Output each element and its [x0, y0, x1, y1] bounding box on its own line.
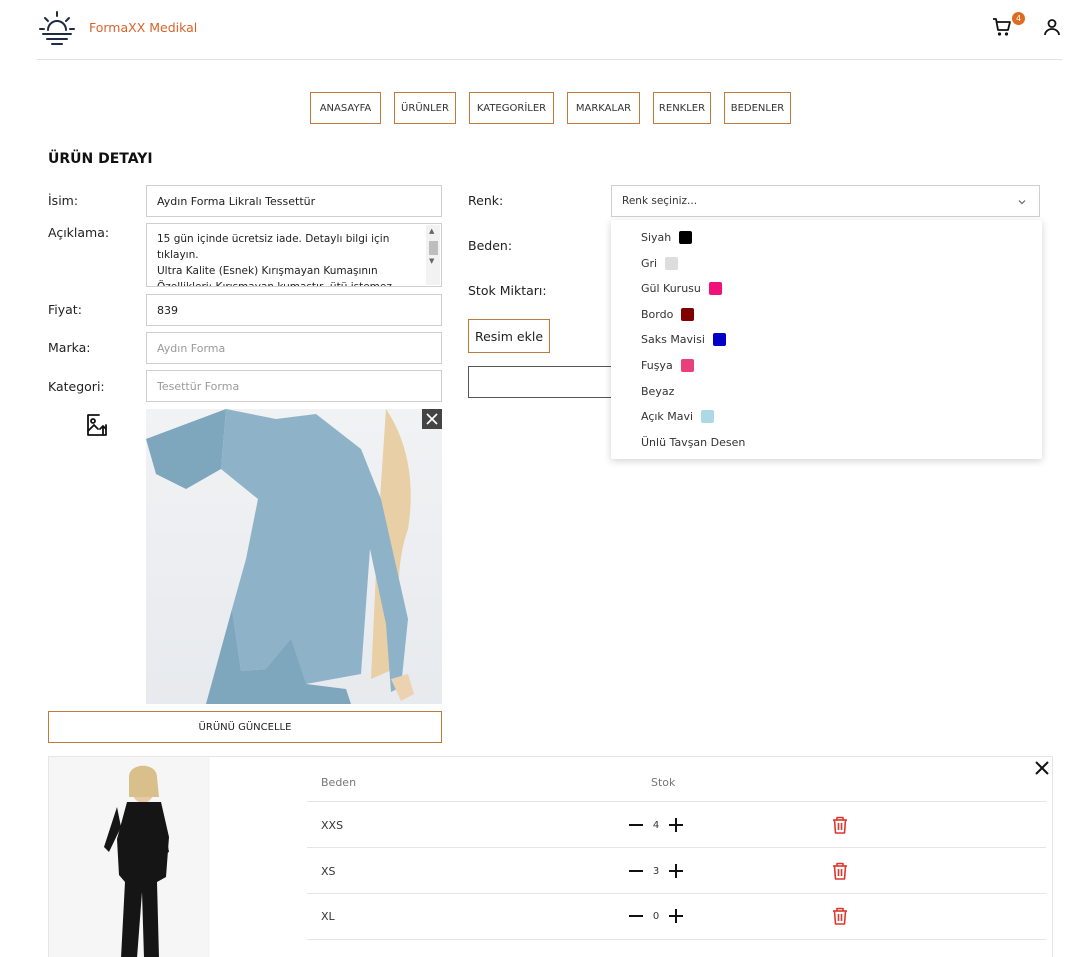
plus-icon[interactable] — [669, 818, 683, 832]
color-option-siyah[interactable]: Siyah — [641, 228, 693, 246]
column-header-stock: Stok — [651, 776, 676, 789]
image-upload-icon[interactable] — [85, 413, 109, 437]
color-option-gri[interactable]: Gri — [641, 254, 679, 272]
color-swatch — [708, 281, 722, 295]
color-option-label: Siyah — [641, 230, 672, 244]
color-label: Renk: — [468, 193, 504, 208]
description-textarea[interactable]: 15 gün içinde ücretsiz iade. Detaylı bil… — [146, 223, 442, 287]
description-label: Açıklama: — [48, 225, 110, 240]
cart-count-badge: 4 — [1012, 12, 1025, 25]
stock-label: Stok Miktarı: — [468, 283, 547, 298]
variant-image — [49, 757, 210, 957]
plus-icon[interactable] — [669, 909, 683, 923]
color-option-gul-kurusu[interactable]: Gül Kurusu — [641, 279, 722, 297]
chevron-down-icon — [1018, 200, 1026, 205]
scroll-down-icon[interactable]: ▼ — [429, 257, 434, 265]
trash-icon[interactable] — [832, 862, 848, 880]
color-swatch — [701, 409, 715, 423]
color-select[interactable]: Renk seçiniz... — [611, 185, 1040, 217]
scroll-thumb[interactable] — [429, 241, 438, 255]
row-size: XXS — [321, 819, 344, 832]
variant-photo-illustration — [104, 765, 169, 957]
minus-icon[interactable] — [629, 818, 643, 832]
image-input-box[interactable] — [468, 366, 614, 398]
name-input[interactable]: Aydın Forma Likralı Tessettür — [146, 185, 442, 217]
quantity-stepper: 4 — [629, 818, 683, 832]
product-image — [146, 409, 442, 704]
color-option-label: Fuşya — [641, 358, 673, 372]
color-option-bordo[interactable]: Bordo — [641, 305, 695, 323]
color-swatch — [712, 332, 726, 346]
size-label: Beden: — [468, 238, 513, 253]
trash-icon[interactable] — [832, 907, 848, 925]
color-option-beyaz[interactable]: Beyaz — [641, 382, 674, 400]
quantity-value: 0 — [652, 910, 660, 922]
sunrise-logo-icon[interactable] — [39, 10, 75, 46]
update-product-button[interactable]: ÜRÜNÜ GÜNCELLE — [48, 711, 442, 743]
minus-icon[interactable] — [629, 909, 643, 923]
color-option-label: Açık Mavi — [641, 409, 694, 423]
color-option-label: Gül Kurusu — [641, 281, 701, 295]
quantity-stepper: 3 — [629, 864, 683, 878]
quantity-value: 3 — [652, 865, 660, 877]
color-option-unlu-tavsan-desen[interactable]: Ünlü Tavşan Desen — [641, 433, 745, 451]
row-divider — [307, 801, 1046, 802]
category-label: Kategori: — [48, 379, 105, 394]
description-line: 15 gün içinde ücretsiz iade. Detaylı bil… — [157, 233, 390, 245]
quantity-stepper: 0 — [629, 909, 683, 923]
row-size: XS — [321, 865, 336, 878]
remove-image-button[interactable] — [422, 409, 442, 429]
color-option-label: Saks Mavisi — [641, 332, 705, 346]
color-swatch — [679, 230, 693, 244]
row-divider — [307, 893, 1046, 894]
scroll-up-icon[interactable]: ▲ — [429, 227, 434, 235]
nav-bedenler[interactable]: BEDENLER — [724, 92, 791, 124]
brand-name[interactable]: FormaXX Medikal — [89, 20, 197, 35]
description-line: Ultra Kalite (Esnek) Kırışmayan Kumaşını… — [157, 265, 378, 277]
nav-markalar[interactable]: MARKALAR — [567, 92, 640, 124]
color-dropdown: Siyah Gri Gül Kurusu Bordo Saks Mavisi F… — [611, 220, 1042, 459]
nav-anasayfa[interactable]: ANASAYFA — [310, 92, 381, 124]
row-size: XL — [321, 910, 335, 923]
color-option-fusya[interactable]: Fuşya — [641, 356, 694, 374]
description-line: Özellikleri: Kırışmayan kumaştır, ütü is… — [157, 281, 392, 287]
quantity-value: 4 — [652, 819, 660, 831]
price-label: Fiyat: — [48, 302, 82, 317]
color-option-saks-mavisi[interactable]: Saks Mavisi — [641, 330, 726, 348]
row-divider — [307, 939, 1046, 940]
description-line: tıklayın. — [157, 249, 199, 261]
nav-kategoriler[interactable]: KATEGORİLER — [469, 92, 554, 124]
color-option-acik-mavi[interactable]: Açık Mavi — [641, 407, 715, 425]
color-swatch — [665, 256, 679, 270]
brand-input[interactable]: Aydın Forma — [146, 332, 442, 364]
plus-icon[interactable] — [669, 864, 683, 878]
color-option-label: Ünlü Tavşan Desen — [641, 435, 746, 449]
header: FormaXX Medikal 4 — [37, 0, 1062, 60]
textarea-scrollbar[interactable]: ▲ ▼ — [426, 225, 440, 285]
color-option-label: Gri — [641, 256, 658, 270]
brand-label: Marka: — [48, 340, 91, 355]
nav-urunler[interactable]: ÜRÜNLER — [394, 92, 456, 124]
category-input[interactable]: Tesettür Forma — [146, 370, 442, 402]
price-input[interactable]: 839 — [146, 294, 442, 326]
close-icon[interactable] — [1034, 760, 1050, 776]
add-image-button[interactable]: Resim ekle — [468, 319, 550, 353]
row-divider — [307, 847, 1046, 848]
column-header-size: Beden — [321, 776, 357, 789]
color-select-value: Renk seçiniz... — [622, 195, 698, 207]
close-icon — [426, 413, 438, 425]
user-icon[interactable] — [1043, 18, 1061, 36]
minus-icon[interactable] — [629, 864, 643, 878]
nav-renkler[interactable]: RENKLER — [653, 92, 711, 124]
color-swatch — [681, 307, 695, 321]
product-photo-illustration — [146, 409, 414, 704]
page-title: ÜRÜN DETAYI — [48, 151, 153, 167]
name-label: İsim: — [48, 193, 79, 208]
color-option-label: Bordo — [641, 307, 674, 321]
color-swatch — [680, 358, 694, 372]
trash-icon[interactable] — [832, 816, 848, 834]
color-option-label: Beyaz — [641, 384, 675, 398]
variant-card: Beden Stok XXS 4 XS 3 XL 0 — [48, 756, 1053, 957]
cart-icon[interactable] — [992, 17, 1012, 37]
